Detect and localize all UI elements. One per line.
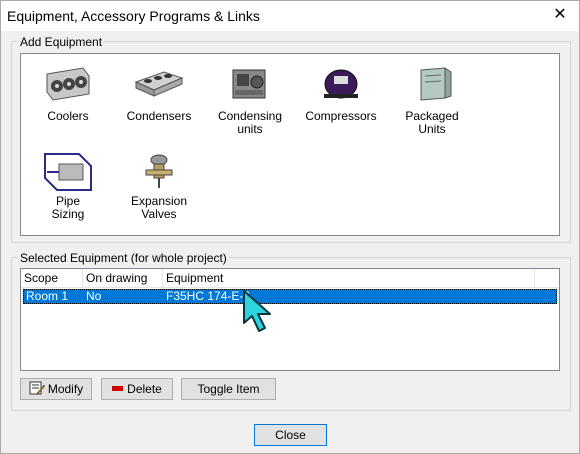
compressor-icon — [324, 69, 358, 99]
delete-icon — [112, 386, 124, 391]
mouse-cursor-icon — [243, 290, 271, 332]
toggle-item-button[interactable]: Toggle Item — [181, 378, 276, 400]
modify-button-label: Modify — [47, 382, 84, 396]
equipment-packaged-units[interactable]: Packaged Units — [396, 64, 468, 136]
equipment-condensing-units[interactable]: Condensing units — [214, 64, 286, 136]
equipment-packaged-units-label-2: Units — [418, 122, 446, 136]
modify-icon — [29, 381, 46, 395]
pipe-sizing-icon — [44, 153, 92, 191]
column-header-on-drawing[interactable]: On drawing — [83, 269, 163, 287]
cell-on-drawing: No — [86, 289, 102, 303]
equipment-expansion-valves-label-2: Valves — [141, 207, 177, 221]
equipment-panel: Coolers Condensers Condensing units Comp… — [20, 53, 560, 236]
modify-button[interactable]: Modify — [20, 378, 92, 400]
selected-equipment-label: Selected Equipment (for whole project) — [18, 251, 229, 265]
title-bar: Equipment, Accessory Programs & Links ✕ — [1, 1, 579, 31]
list-header: Scope On drawing Equipment — [21, 269, 559, 288]
condenser-icon — [134, 71, 184, 97]
equipment-pipe-sizing-label-2: Sizing — [51, 207, 85, 221]
column-header-equipment[interactable]: Equipment — [163, 269, 535, 287]
close-icon[interactable]: ✕ — [547, 4, 573, 26]
column-header-scope[interactable]: Scope — [21, 269, 83, 287]
equipment-condensers-label: Condensers — [126, 109, 192, 123]
dialog-window: Equipment, Accessory Programs & Links ✕ … — [0, 0, 580, 454]
add-equipment-label: Add Equipment — [18, 35, 105, 49]
packaged-unit-icon — [420, 67, 452, 101]
delete-button-label: Delete — [127, 382, 162, 396]
window-title: Equipment, Accessory Programs & Links — [7, 8, 260, 24]
equipment-coolers-label: Coolers — [47, 109, 89, 123]
close-button[interactable]: Close — [254, 424, 327, 446]
equipment-compressors-label: Compressors — [305, 109, 377, 123]
equipment-pipe-sizing[interactable]: Pipe Sizing — [32, 152, 104, 221]
cell-equipment: F35HC 174-E-6 — [166, 289, 251, 303]
expansion-valve-icon — [145, 154, 173, 188]
equipment-condensing-units-label-2: units — [237, 122, 263, 136]
delete-button[interactable]: Delete — [101, 378, 173, 400]
equipment-list[interactable]: Scope On drawing Equipment Room 1 No F35… — [20, 268, 560, 371]
table-row[interactable]: Room 1 No F35HC 174-E-6 — [23, 289, 557, 304]
equipment-coolers[interactable]: Coolers — [32, 64, 104, 123]
equipment-compressors[interactable]: Compressors — [305, 64, 377, 123]
condensing-unit-icon — [232, 69, 266, 99]
cooler-icon — [46, 67, 90, 101]
equipment-expansion-valves[interactable]: Expansion Valves — [123, 152, 195, 221]
cell-scope: Room 1 — [26, 289, 69, 303]
equipment-condensers[interactable]: Condensers — [123, 64, 195, 123]
